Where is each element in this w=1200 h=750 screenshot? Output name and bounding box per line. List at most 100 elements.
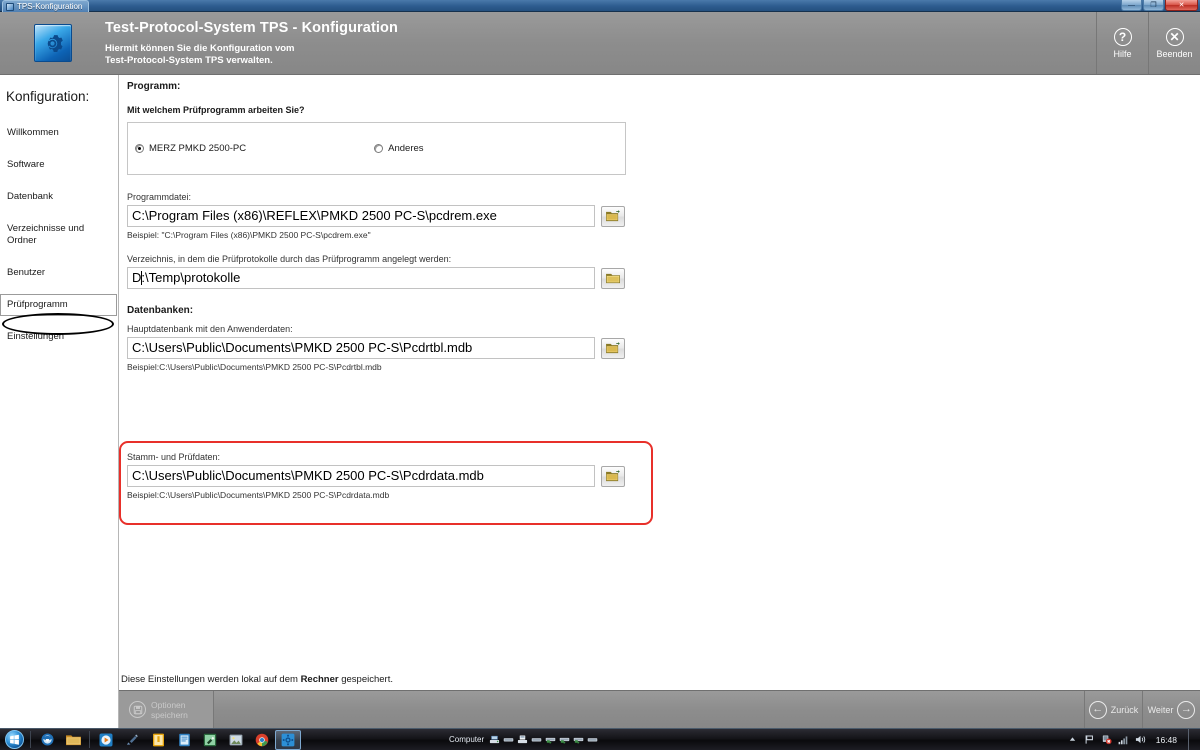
sidebar-item-label: Datenbank bbox=[7, 191, 53, 202]
computer-toolbar: Computer bbox=[449, 734, 598, 745]
paint-tool-icon[interactable] bbox=[119, 730, 145, 750]
file-explorer-icon[interactable] bbox=[60, 730, 86, 750]
main-database-input[interactable]: C:\Users\Public\Documents\PMKD 2500 PC-S… bbox=[127, 337, 595, 359]
next-button-label: Weiter bbox=[1147, 704, 1174, 715]
back-button[interactable]: ← Zurück bbox=[1084, 691, 1142, 728]
floppy-disk-icon bbox=[129, 701, 146, 718]
page-title: Test-Protocol-System TPS - Konfiguration bbox=[105, 19, 398, 36]
gear-icon bbox=[33, 24, 72, 62]
back-button-label: Zurück bbox=[1110, 704, 1139, 715]
arrow-left-icon: ← bbox=[1088, 700, 1107, 719]
master-test-data-browse-button[interactable] bbox=[601, 465, 625, 487]
radio-option-merz-pmkd-2500-pc[interactable]: MERZ PMKD 2500-PC bbox=[135, 143, 246, 154]
sidebar-item-verzeichnisse-und-ordner[interactable]: Verzeichnisse und Ordner bbox=[0, 218, 118, 252]
radio-dot-icon bbox=[374, 144, 384, 153]
help-button-label: Hilfe bbox=[1113, 48, 1132, 59]
sidebar-item-willkommen[interactable]: Willkommen bbox=[0, 122, 118, 144]
tps-konfiguration-icon[interactable] bbox=[275, 729, 301, 750]
next-button[interactable]: Weiter → bbox=[1142, 691, 1200, 728]
sidebar-item-label: Prüfprogramm bbox=[7, 299, 68, 310]
databases-section-title: Datenbanken: bbox=[127, 305, 194, 316]
protocol-directory-input[interactable]: D:\Temp\protokolle bbox=[127, 267, 595, 289]
sidebar-item-software[interactable]: Software bbox=[0, 154, 118, 176]
minimize-button[interactable]: — bbox=[1121, 0, 1142, 11]
notepad-app-icon[interactable] bbox=[145, 730, 171, 750]
image-viewer-icon[interactable] bbox=[223, 730, 249, 750]
main-database-row: C:\Users\Public\Documents\PMKD 2500 PC-S… bbox=[127, 337, 1200, 359]
quit-button[interactable]: ✕ Beenden bbox=[1148, 12, 1200, 74]
protocol-directory-browse-button[interactable] bbox=[601, 267, 625, 289]
volume-icon[interactable] bbox=[1135, 734, 1147, 746]
show-hidden-icons-icon[interactable] bbox=[1067, 734, 1079, 746]
save-options-button[interactable]: Optionen speichern bbox=[119, 691, 214, 728]
protocol-directory-text-after-caret: :\Temp\protokolle bbox=[141, 270, 241, 285]
sidebar-item-datenbank[interactable]: Datenbank bbox=[0, 186, 118, 208]
content-scroll-area: Programm: Mit welchem Prüfprogramm arbei… bbox=[119, 75, 1200, 674]
sidebar-item-label: Benutzer bbox=[7, 267, 46, 278]
master-test-data-input[interactable]: C:\Users\Public\Documents\PMKD 2500 PC-S… bbox=[127, 465, 595, 487]
desktop: TPS-Konfiguration — ❐ ✕ Test-Protocol-Sy… bbox=[0, 0, 1200, 750]
footer-bar: Optionen speichern ← Zurück Weiter → bbox=[119, 690, 1200, 728]
close-circle-icon: ✕ bbox=[1165, 27, 1184, 46]
flag-action-center-icon[interactable] bbox=[1084, 734, 1096, 746]
computer-drive-icon[interactable] bbox=[531, 734, 542, 745]
close-button[interactable]: ✕ bbox=[1165, 0, 1198, 11]
computer-network-drive-icon[interactable] bbox=[559, 734, 570, 745]
program-file-input[interactable]: C:\Program Files (x86)\REFLEX\PMKD 2500 … bbox=[127, 205, 595, 227]
help-button[interactable]: ? Hilfe bbox=[1096, 12, 1148, 74]
show-desktop-button[interactable] bbox=[1188, 728, 1195, 750]
chrome-icon[interactable] bbox=[249, 730, 275, 750]
open-file-folder-icon bbox=[605, 209, 620, 221]
editor-app-icon[interactable] bbox=[197, 730, 223, 750]
header-subtitle-line2: Test-Protocol-System TPS verwalten. bbox=[105, 54, 273, 66]
sidebar-title: Konfiguration: bbox=[6, 89, 90, 104]
window-tab-icon bbox=[6, 2, 14, 11]
computer-network-drive-icon[interactable] bbox=[545, 734, 556, 745]
radio-option-anderes[interactable]: Anderes bbox=[374, 143, 424, 154]
document-app-icon[interactable] bbox=[171, 730, 197, 750]
internet-explorer-icon[interactable] bbox=[34, 730, 60, 750]
app-header: Test-Protocol-System TPS - Konfiguration… bbox=[0, 12, 1200, 75]
sidebar-item-benutzer[interactable]: Benutzer bbox=[0, 262, 118, 284]
footer-note-bold: Rechner bbox=[300, 674, 339, 685]
windows-start-icon bbox=[4, 730, 24, 749]
radio-option-label: MERZ PMKD 2500-PC bbox=[149, 143, 247, 154]
protocol-directory-block: Verzeichnis, in dem die Prüfprotokolle d… bbox=[127, 254, 1200, 289]
footer-note: Diese Einstellungen werden lokal auf dem… bbox=[119, 674, 1200, 690]
footer: Diese Einstellungen werden lokal auf dem… bbox=[119, 674, 1200, 728]
start-button[interactable] bbox=[1, 729, 27, 750]
maximize-icon: ❐ bbox=[1150, 2, 1157, 9]
application-window: Test-Protocol-System TPS - Konfiguration… bbox=[0, 12, 1200, 728]
open-file-folder-icon bbox=[605, 341, 620, 353]
media-player-icon[interactable] bbox=[93, 730, 119, 750]
program-radio-group: MERZ PMKD 2500-PC Anderes bbox=[127, 122, 626, 175]
main-database-block: Hauptdatenbank mit den Anwenderdaten: C:… bbox=[127, 324, 1200, 372]
sidebar: Konfiguration: Willkommen Software Daten… bbox=[0, 75, 119, 728]
main-database-browse-button[interactable] bbox=[601, 337, 625, 359]
main-database-label: Hauptdatenbank mit den Anwenderdaten: bbox=[127, 324, 293, 334]
window-tab[interactable]: TPS-Konfiguration bbox=[2, 0, 90, 12]
program-file-browse-button[interactable] bbox=[601, 205, 625, 227]
taskbar-clock[interactable]: 16:48 bbox=[1156, 735, 1177, 745]
sidebar-item-einstellungen[interactable]: Einstellungen bbox=[0, 326, 118, 348]
computer-network-drive-icon[interactable] bbox=[573, 734, 584, 745]
master-test-data-row: C:\Users\Public\Documents\PMKD 2500 PC-S… bbox=[127, 465, 625, 487]
maximize-button[interactable]: ❐ bbox=[1143, 0, 1164, 11]
master-test-data-block: Stamm- und Prüfdaten: C:\Users\Public\Do… bbox=[127, 452, 625, 500]
program-section-title: Programm: bbox=[127, 81, 181, 92]
computer-drive-icon[interactable] bbox=[489, 734, 500, 745]
protocol-directory-label: Verzeichnis, in dem die Prüfprotokolle d… bbox=[127, 254, 452, 264]
sidebar-item-label: Willkommen bbox=[7, 127, 59, 138]
sidebar-item-label: Verzeichnisse und Ordner bbox=[7, 223, 85, 246]
computer-drive-icon[interactable] bbox=[503, 734, 514, 745]
signal-strength-icon[interactable] bbox=[1118, 734, 1130, 746]
window-tab-title: TPS-Konfiguration bbox=[17, 2, 83, 11]
computer-toolbar-label: Computer bbox=[449, 735, 485, 744]
window-titlebar: TPS-Konfiguration — ❐ ✕ bbox=[0, 0, 1200, 12]
computer-drive-icon[interactable] bbox=[517, 734, 528, 745]
save-options-label: Optionen speichern bbox=[151, 700, 188, 720]
network-error-icon[interactable] bbox=[1101, 734, 1113, 746]
sidebar-item-pruefprogramm[interactable]: Prüfprogramm bbox=[0, 294, 117, 316]
computer-drive-icon[interactable] bbox=[587, 734, 598, 745]
footer-navigation: ← Zurück Weiter → bbox=[1084, 691, 1200, 728]
